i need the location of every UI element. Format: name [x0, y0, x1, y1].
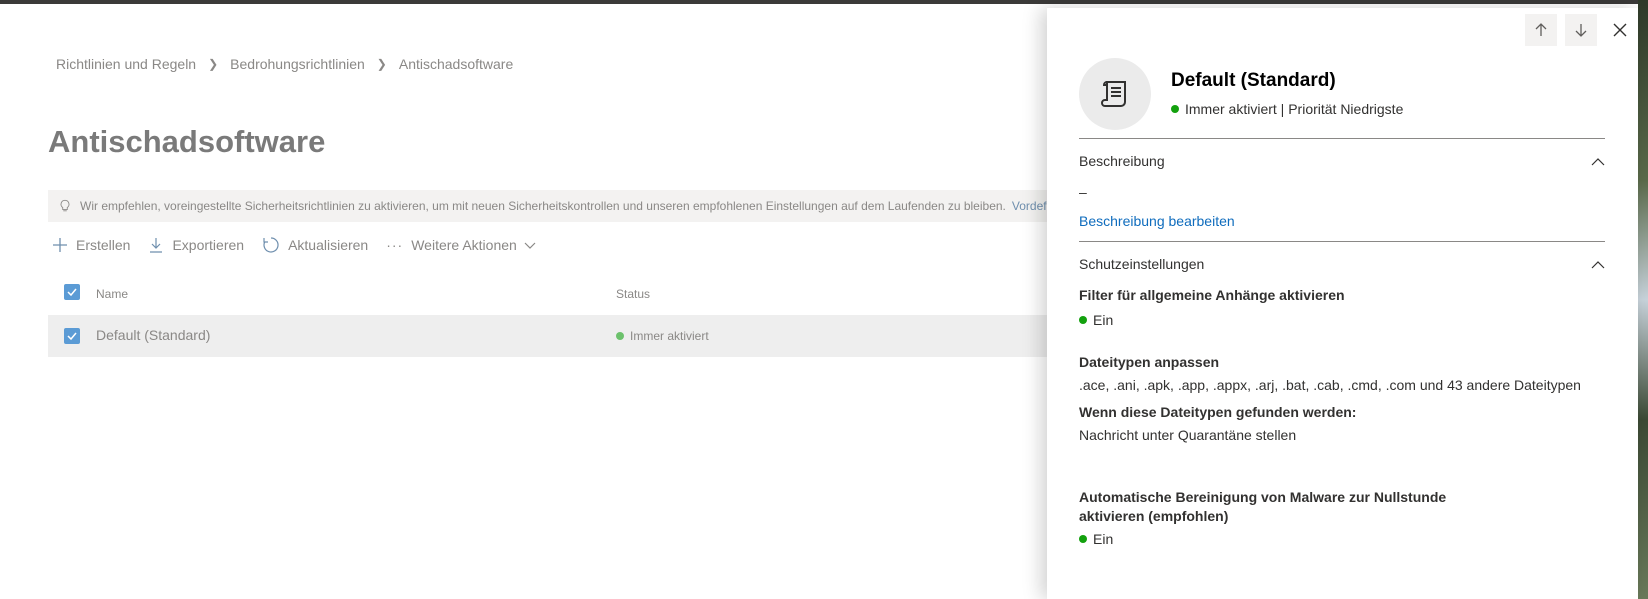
chevron-right-icon: ❯	[376, 57, 387, 71]
file-types-label: Dateitypen anpassen	[1079, 354, 1220, 370]
when-found-value: Nachricht unter Quarantäne stellen	[1079, 427, 1297, 443]
breadcrumb-item-current: Antischadsoftware	[398, 56, 514, 72]
more-actions-label: Weitere Aktionen	[411, 237, 517, 253]
chevron-up-icon	[1591, 261, 1605, 269]
export-button[interactable]: Exportieren	[148, 237, 244, 253]
scroll-document-icon	[1101, 81, 1126, 107]
close-icon	[1613, 23, 1627, 37]
breadcrumb-item-threat-policies[interactable]: Bedrohungsrichtlinien	[230, 56, 365, 72]
recommendation-banner: Wir empfehlen, voreingestellte Sicherhei…	[48, 190, 1048, 222]
check-icon	[67, 288, 77, 297]
common-attachments-filter-label: Filter für allgemeine Anhänge aktivieren	[1079, 287, 1345, 303]
background-image-edge	[1638, 0, 1648, 599]
panel-title: Default (Standard)	[1171, 70, 1336, 91]
row-name[interactable]: Default (Standard)	[96, 327, 210, 343]
zero-hour-auto-purge-value: Ein	[1093, 531, 1114, 547]
row-status-text: Immer aktiviert	[630, 329, 709, 343]
description-value: –	[1079, 184, 1087, 200]
table-row[interactable]: Default (Standard) Immer aktiviert	[48, 315, 1048, 357]
page-title: Antischadsoftware	[48, 124, 326, 159]
breadcrumb: Richtlinien und Regeln ❯ Bedrohungsricht…	[56, 56, 513, 72]
description-section-header[interactable]: Beschreibung	[1079, 153, 1605, 169]
export-label: Exportieren	[172, 237, 245, 253]
column-header-name[interactable]: Name	[96, 287, 128, 301]
refresh-icon	[263, 237, 279, 253]
refresh-label: Aktualisieren	[288, 237, 369, 253]
when-found-label: Wenn diese Dateitypen gefunden werden:	[1079, 404, 1357, 420]
common-attachments-filter-status: Ein	[1079, 312, 1113, 328]
banner-link[interactable]: Vordef	[1012, 199, 1047, 213]
command-bar: Erstellen Exportieren Aktualisieren ··· …	[52, 236, 555, 254]
chevron-up-icon	[1591, 158, 1605, 166]
panel-subtitle-text: Immer aktiviert | Priorität Niedrigste	[1185, 101, 1404, 117]
table-header: Name Status	[48, 282, 1048, 306]
refresh-button[interactable]: Aktualisieren	[262, 236, 368, 254]
divider	[1079, 241, 1605, 242]
create-label: Erstellen	[76, 237, 131, 253]
chevron-down-icon	[524, 242, 536, 249]
row-status: Immer aktiviert	[616, 329, 709, 343]
file-types-value: .ace, .ani, .apk, .app, .appx, .arj, .ba…	[1079, 377, 1581, 393]
download-icon	[150, 238, 163, 253]
panel-subtitle: Immer aktiviert | Priorität Niedrigste	[1171, 101, 1403, 117]
zero-hour-auto-purge-status: Ein	[1079, 531, 1113, 547]
arrow-down-icon	[1575, 24, 1587, 37]
zero-hour-auto-purge-label: Automatische Bereinigung von Malware zur…	[1079, 489, 1447, 524]
more-actions-button[interactable]: ··· Weitere Aktionen	[386, 237, 537, 253]
column-header-status[interactable]: Status	[616, 287, 650, 301]
ellipsis-icon: ···	[386, 237, 404, 253]
banner-text: Wir empfehlen, voreingestellte Sicherhei…	[80, 199, 1006, 213]
edit-description-link[interactable]: Beschreibung bearbeiten	[1079, 213, 1235, 229]
chevron-right-icon: ❯	[208, 57, 219, 71]
close-panel-button[interactable]	[1608, 18, 1632, 42]
status-dot-icon	[616, 332, 624, 340]
breadcrumb-item-policies[interactable]: Richtlinien und Regeln	[56, 56, 196, 72]
previous-item-button[interactable]	[1525, 14, 1557, 46]
details-panel: Default (Standard) Immer aktiviert | Pri…	[1047, 8, 1638, 599]
protection-section-header[interactable]: Schutzeinstellungen	[1079, 256, 1605, 272]
status-dot-icon	[1079, 316, 1087, 324]
arrow-up-icon	[1535, 23, 1547, 36]
status-dot-icon	[1079, 535, 1087, 543]
policy-avatar	[1079, 58, 1151, 130]
divider	[1079, 138, 1605, 139]
next-item-button[interactable]	[1565, 14, 1597, 46]
create-button[interactable]: Erstellen	[52, 237, 130, 253]
check-icon	[67, 332, 77, 341]
description-heading: Beschreibung	[1079, 153, 1165, 169]
common-attachments-filter-value: Ein	[1093, 312, 1114, 328]
protection-heading: Schutzeinstellungen	[1079, 256, 1205, 272]
status-dot-icon	[1171, 105, 1179, 113]
row-checkbox[interactable]	[64, 328, 80, 344]
lightbulb-icon	[60, 199, 70, 212]
select-all-checkbox[interactable]	[64, 284, 80, 300]
plus-icon	[53, 238, 67, 252]
